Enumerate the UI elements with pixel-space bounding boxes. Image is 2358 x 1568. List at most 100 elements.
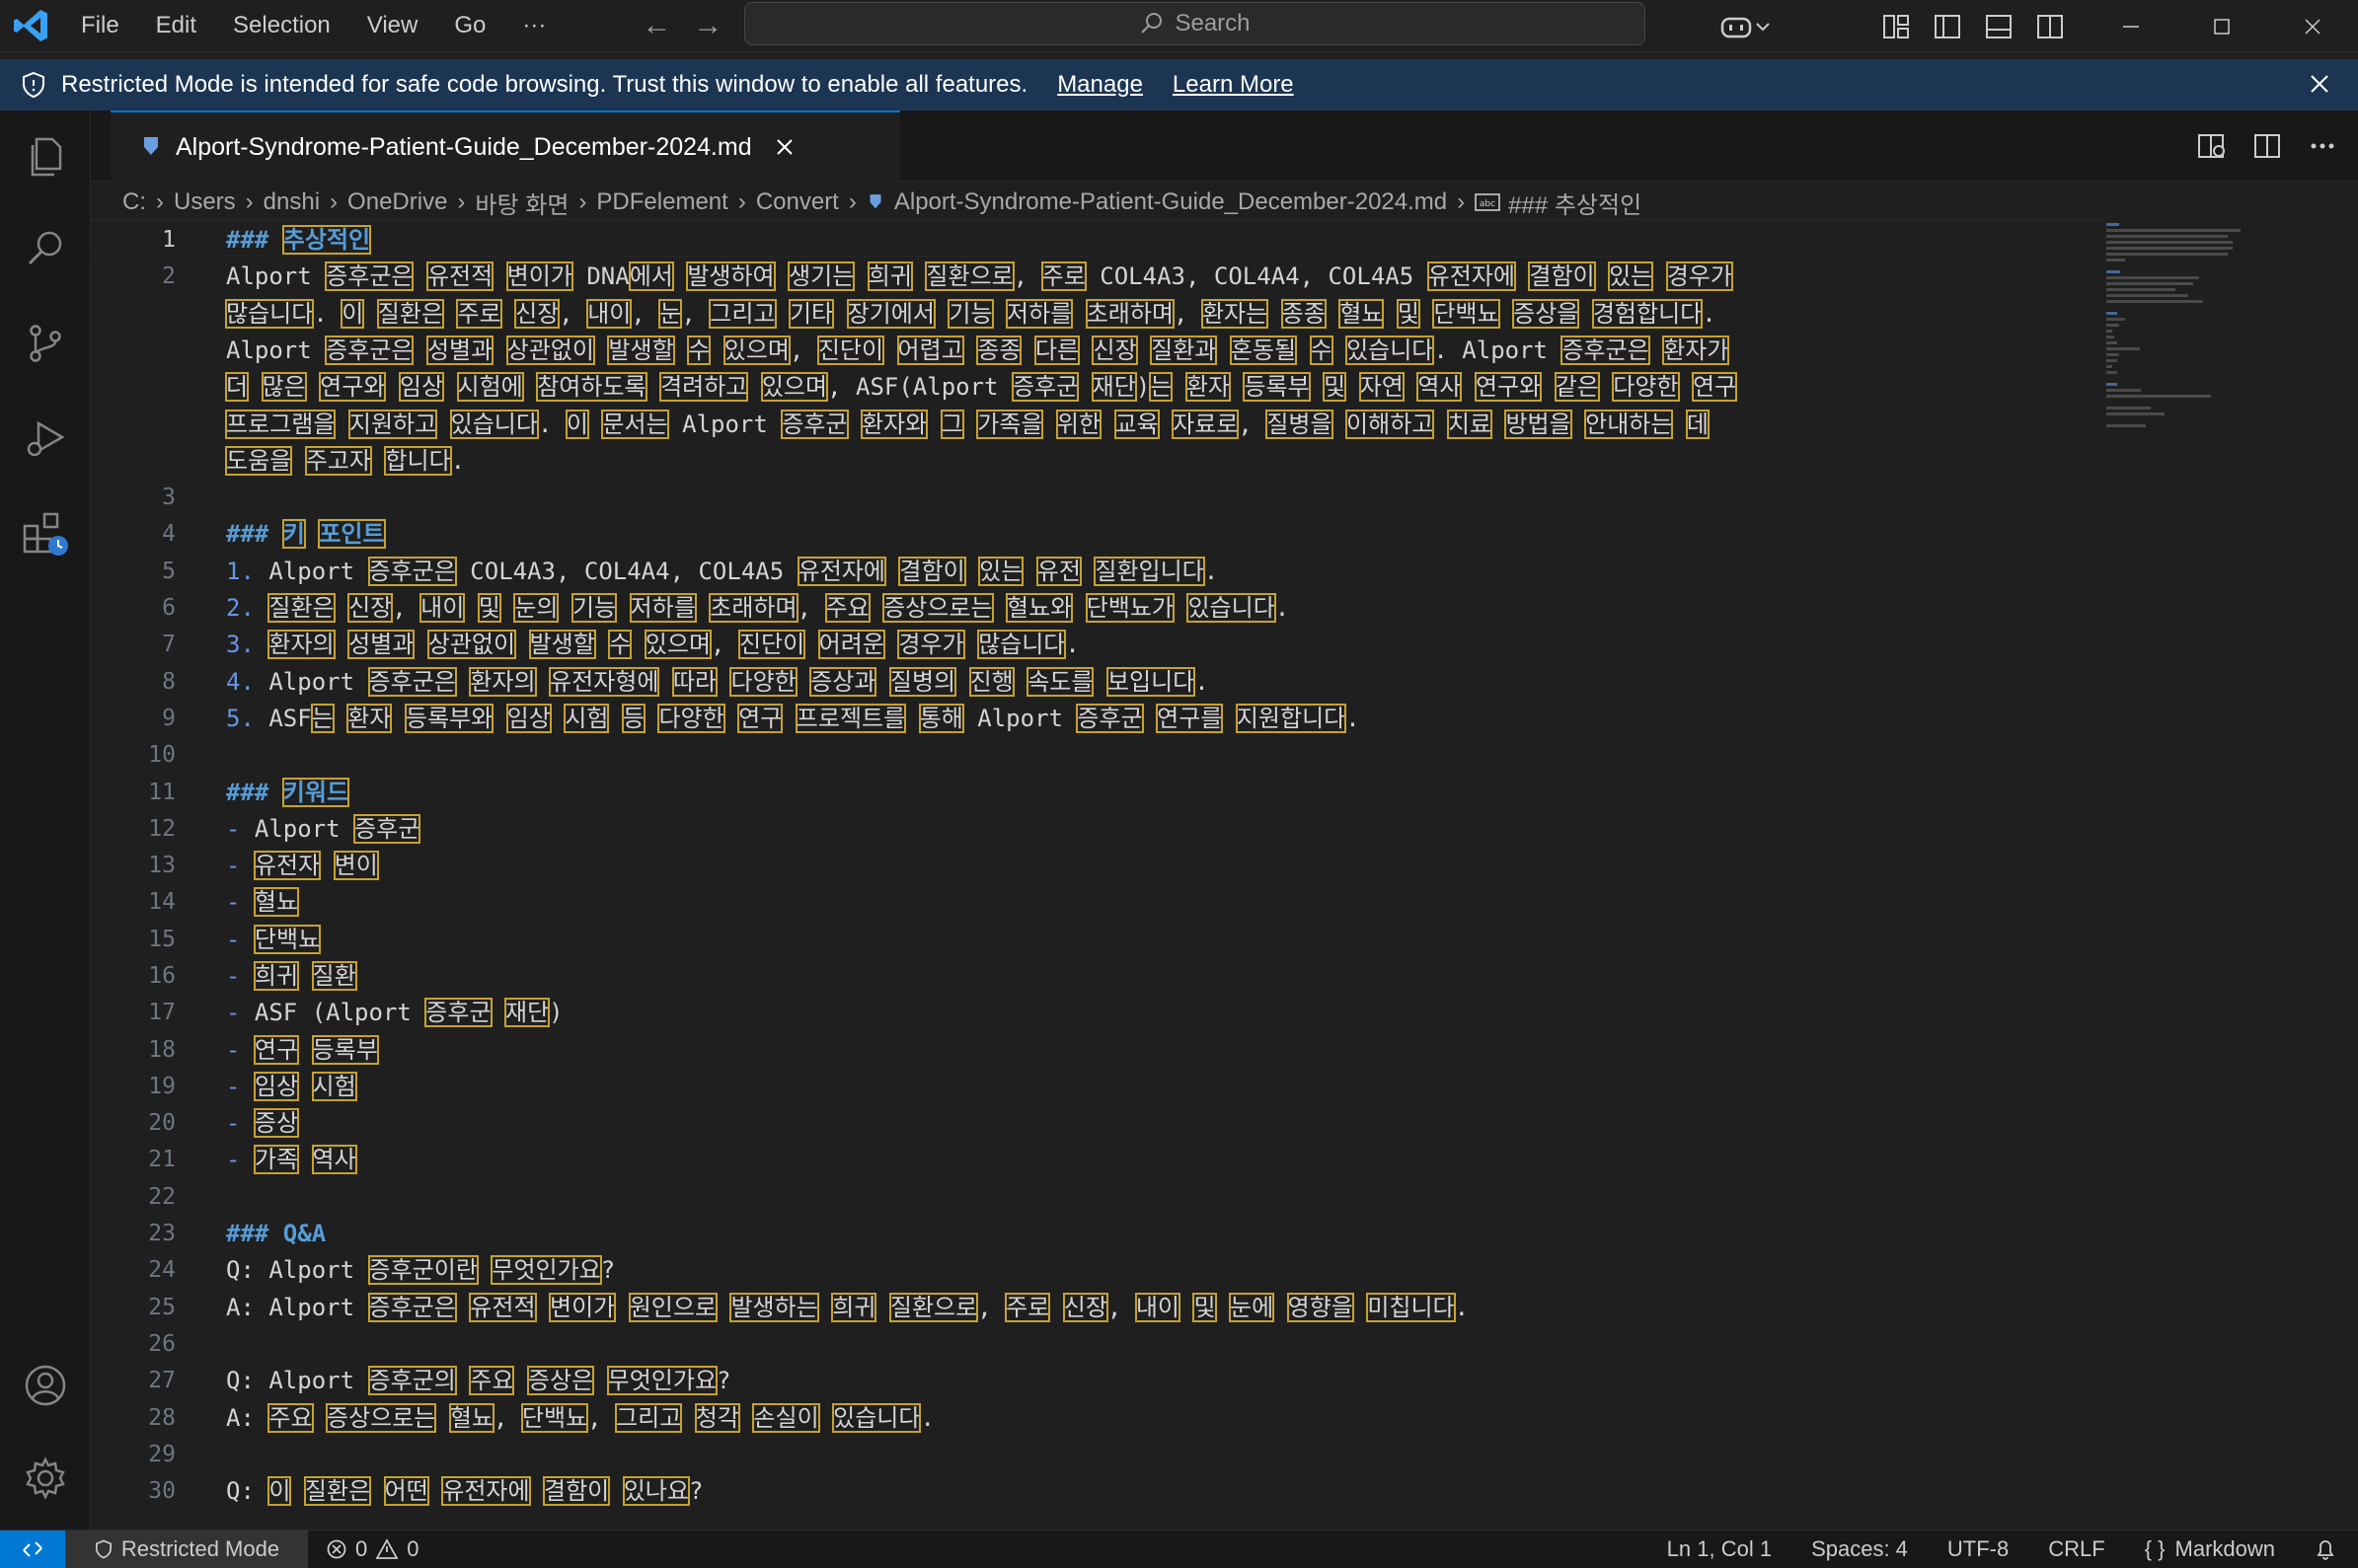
editor-line[interactable]: 25 A: Alport 증후군은 유전적 변이가 원인으로 발생하는 희귀 질환… — [91, 1289, 2104, 1326]
remote-indicator[interactable] — [0, 1531, 65, 1568]
more-actions-icon[interactable] — [2307, 130, 2338, 162]
minimize-button[interactable] — [2086, 0, 2176, 52]
indentation[interactable]: Spaces: 4 — [1811, 1536, 1908, 1562]
editor-line[interactable]: 더 많은 연구와 임상 시험에 참여하도록 격려하고 있으며, ASF(Alpo… — [91, 368, 2104, 406]
line-number: 18 — [148, 1037, 176, 1063]
restricted-mode-banner: Restricted Mode is intended for safe cod… — [0, 59, 2358, 111]
toggle-primary-sidebar-icon[interactable] — [1932, 11, 1963, 42]
editor-line[interactable]: 23 ### Q&A — [91, 1215, 2104, 1252]
breadcrumb-item[interactable]: Alport-Syndrome-Patient-Guide_December-2… — [894, 188, 1447, 216]
line-number: 29 — [148, 1442, 176, 1467]
editor-line[interactable]: 20 - 증상 — [91, 1104, 2104, 1142]
line-text: - 연구 등록부 — [226, 1035, 379, 1065]
editor-line[interactable]: 많습니다. 이 질환은 주로 신장, 내이, 눈, 그리고 기타 장기에서 기능… — [91, 295, 2104, 333]
editor-line[interactable]: 3 — [91, 479, 2104, 516]
language-mode[interactable]: { } Markdown — [2145, 1536, 2275, 1562]
chevron-right-icon: › — [578, 188, 587, 215]
breadcrumb-item[interactable]: Convert — [756, 188, 839, 216]
line-text: 1. Alport 증후군은 COL4A3, COL4A4, COL4A5 유전… — [226, 557, 1219, 586]
command-center-search[interactable]: Search — [744, 2, 1645, 45]
editor-line[interactable]: 24 Q: Alport 증후군이란 무엇인가요? — [91, 1251, 2104, 1289]
breadcrumb-item[interactable]: PDFelement — [596, 188, 727, 216]
restricted-mode-status[interactable]: Restricted Mode — [65, 1531, 308, 1568]
toggle-secondary-sidebar-icon[interactable] — [2034, 11, 2066, 42]
extensions-icon[interactable] — [18, 505, 73, 560]
editor-line[interactable]: 16 - 희귀 질환 — [91, 957, 2104, 995]
breadcrumb-item[interactable]: ### 추상적인 — [1508, 186, 1641, 220]
editor-line[interactable]: 1 ### 추상적인 — [91, 221, 2104, 259]
editor-line[interactable]: 12 - Alport 증후군 — [91, 810, 2104, 848]
editor-line[interactable]: 27 Q: Alport 증후군의 주요 증상은 무엇인가요? — [91, 1362, 2104, 1399]
explorer-icon[interactable] — [18, 128, 73, 184]
chevron-right-icon: › — [457, 188, 466, 215]
editor-line[interactable]: 2 Alport 증후군은 유전적 변이가 DNA에서 발생하여 생기는 희귀 질… — [91, 258, 2104, 295]
breadcrumb-item[interactable]: dnshi — [264, 188, 320, 216]
menu-view[interactable]: View — [367, 12, 418, 39]
editor-line[interactable]: 도움을 주고자 합니다. — [91, 442, 2104, 480]
editor-line[interactable]: 11 ### 키워드 — [91, 774, 2104, 811]
copilot-menu[interactable] — [1718, 12, 1778, 41]
breadcrumb-item[interactable]: Users — [174, 188, 236, 216]
editor-line[interactable]: 7 3. 환자의 성별과 상관없이 발생할 수 있으며, 진단이 어려운 경우가 … — [91, 626, 2104, 663]
editor-line[interactable]: 22 — [91, 1178, 2104, 1216]
chevron-right-icon: › — [1457, 188, 1466, 215]
tab-alport-guide[interactable]: Alport-Syndrome-Patient-Guide_December-2… — [111, 111, 900, 182]
editor-line[interactable]: 26 — [91, 1325, 2104, 1363]
manage-gear-icon[interactable] — [18, 1451, 73, 1506]
run-debug-icon[interactable] — [18, 411, 73, 466]
editor-line[interactable]: 28 A: 주요 증상으로는 혈뇨, 단백뇨, 그리고 청각 손실이 있습니다. — [91, 1399, 2104, 1437]
menu-edit[interactable]: Edit — [156, 12, 196, 39]
line-text: - 단백뇨 — [226, 925, 322, 954]
cursor-position[interactable]: Ln 1, Col 1 — [1667, 1536, 1772, 1562]
editor-line[interactable]: 19 - 임상 시험 — [91, 1068, 2104, 1105]
menu-more[interactable]: ··· — [522, 12, 546, 39]
search-sidebar-icon[interactable] — [18, 221, 73, 276]
close-window-button[interactable] — [2267, 0, 2358, 52]
editor-line[interactable]: 17 - ASF (Alport 증후군 재단) — [91, 994, 2104, 1031]
breadcrumb-item[interactable]: C: — [122, 188, 146, 216]
bell-icon[interactable] — [2315, 1537, 2336, 1561]
close-tab-icon[interactable] — [774, 136, 796, 158]
line-text: Alport 증후군은 성별과 상관없이 발생할 수 있으며, 진단이 어렵고 … — [226, 336, 1730, 365]
editor-line[interactable]: 9 5. ASF는 환자 등록부와 임상 시험 등 다양한 연구 프로젝트를 통해… — [91, 700, 2104, 737]
open-preview-to-side-icon[interactable] — [2196, 130, 2228, 162]
breadcrumb: C: › Users › dnshi › OneDrive › 바탕 화면 › PDFel… — [122, 186, 1641, 219]
breadcrumb-item[interactable]: 바탕 화면 — [475, 186, 569, 220]
editor-line[interactable]: 29 — [91, 1436, 2104, 1473]
back-arrow-icon[interactable]: ← — [642, 9, 671, 42]
breadcrumb-item[interactable]: OneDrive — [347, 188, 447, 216]
editor-line[interactable]: 프로그램을 지원하고 있습니다. 이 문서는 Alport 증후군 환자와 그 … — [91, 406, 2104, 443]
editor-line[interactable]: 10 — [91, 736, 2104, 774]
editor-line[interactable]: 6 2. 질환은 신장, 내이 및 눈의 기능 저하를 초래하며, 주요 증상으로… — [91, 589, 2104, 627]
learn-more-link[interactable]: Learn More — [1173, 71, 1294, 99]
editor-line[interactable]: 8 4. Alport 증후군은 환자의 유전자형에 따라 다양한 증상과 질병의… — [91, 663, 2104, 701]
menu-file[interactable]: File — [81, 12, 119, 39]
editor-line[interactable]: 30 Q: 이 질환은 어떤 유전자에 결함이 있나요? — [91, 1472, 2104, 1510]
customize-layout-icon[interactable] — [1880, 11, 1912, 42]
editor-line[interactable]: 4 ### 키 포인트 — [91, 515, 2104, 553]
close-banner-icon[interactable] — [2307, 71, 2332, 97]
editor-line[interactable]: 5 1. Alport 증후군은 COL4A3, COL4A4, COL4A5 유… — [91, 553, 2104, 590]
editor-line[interactable]: 15 - 단백뇨 — [91, 921, 2104, 958]
editor-line[interactable]: 13 - 유전자 변이 — [91, 847, 2104, 884]
forward-arrow-icon[interactable]: → — [693, 9, 723, 42]
accounts-icon[interactable] — [18, 1358, 73, 1413]
problems-status[interactable]: 0 0 — [326, 1531, 419, 1568]
menu-selection[interactable]: Selection — [233, 12, 331, 39]
editor-line[interactable]: 21 - 가족 역사 — [91, 1141, 2104, 1178]
toggle-panel-icon[interactable] — [1983, 11, 2015, 42]
split-editor-icon[interactable] — [2251, 130, 2283, 162]
encoding[interactable]: UTF-8 — [1947, 1536, 2009, 1562]
menu-go[interactable]: Go — [454, 12, 486, 39]
minimap[interactable] — [2104, 219, 2243, 456]
line-number: 1 — [162, 227, 176, 253]
maximize-button[interactable] — [2176, 0, 2267, 52]
editor-line[interactable]: 18 - 연구 등록부 — [91, 1031, 2104, 1069]
editor-line[interactable]: Alport 증후군은 성별과 상관없이 발생할 수 있으며, 진단이 어렵고 … — [91, 332, 2104, 369]
end-of-line[interactable]: CRLF — [2048, 1536, 2104, 1562]
editor-line[interactable]: 14 - 혈뇨 — [91, 883, 2104, 921]
source-control-icon[interactable] — [18, 316, 73, 371]
code-editor[interactable]: 1 ### 추상적인 2 Alport 증후군은 유전적 변이가 DNA에서 발생하여… — [91, 219, 2104, 1530]
language-label: Markdown — [2174, 1536, 2275, 1561]
manage-link[interactable]: Manage — [1057, 71, 1143, 99]
